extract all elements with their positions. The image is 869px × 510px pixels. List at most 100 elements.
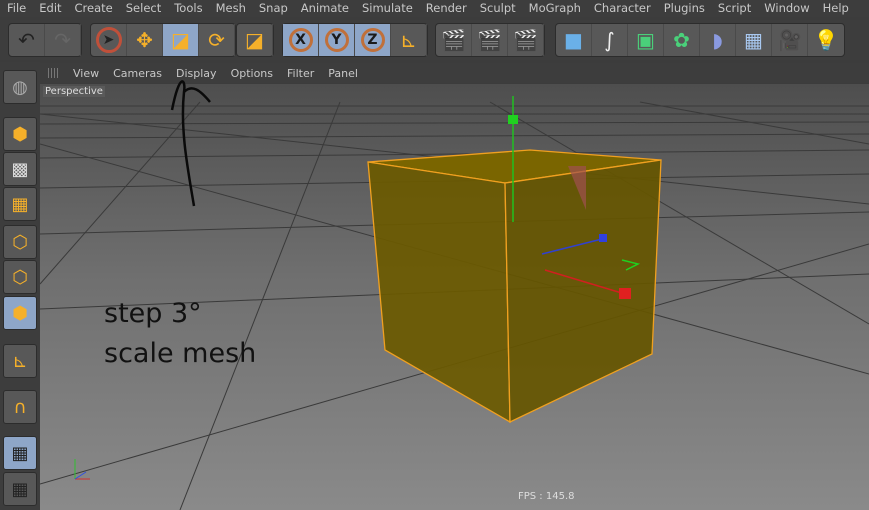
tool-group: ➤ ✥ ◪ ⟳ [90, 23, 236, 57]
clapper-gear-icon: 🎬 [513, 28, 538, 52]
move-button[interactable]: ✥ [127, 24, 163, 56]
menu-select[interactable]: Select [119, 0, 167, 17]
render-picture-viewer-button[interactable]: 🎬 [472, 24, 508, 56]
x-axis-button[interactable]: X [283, 24, 319, 56]
viewport-menu-filter[interactable]: Filter [280, 67, 321, 80]
spline-icon: ∫ [604, 28, 615, 52]
fps-readout: FPS : 145.8 [518, 491, 575, 502]
rotate-button[interactable]: ⟳ [199, 24, 235, 56]
workplane-button[interactable]: ▦ [3, 187, 37, 221]
scale-icon: ◪ [245, 28, 264, 52]
points-mode-button[interactable]: ⬡ [3, 225, 37, 259]
z-axis-button[interactable]: Z [355, 24, 391, 56]
menu-mograph[interactable]: MoGraph [522, 0, 587, 17]
axis-indicator [74, 459, 90, 480]
points-icon: ⬡ [12, 231, 28, 253]
viewport-menu-view[interactable]: View [66, 67, 106, 80]
menu-character[interactable]: Character [587, 0, 657, 17]
cube-object[interactable] [367, 149, 662, 424]
undo-button[interactable]: ↶ [9, 24, 45, 56]
checker-cube-icon: ▩ [11, 158, 29, 180]
menu-sculpt[interactable]: Sculpt [473, 0, 522, 17]
menu-help[interactable]: Help [816, 0, 855, 17]
undo-group: ↶ ↷ [8, 23, 82, 57]
axis-mode-button[interactable]: ⊾ [3, 344, 37, 378]
cloner-button[interactable]: ✿ [664, 24, 700, 56]
cube-icon: ■ [564, 28, 583, 52]
coordinate-system-button[interactable]: ⊾ [391, 24, 427, 56]
viewport-menu: View Cameras Display Options Filter Pane… [40, 63, 869, 83]
menu-render[interactable]: Render [419, 0, 473, 17]
model-mode-button[interactable]: ⬢ [3, 117, 37, 151]
viewport-menu-panel[interactable]: Panel [321, 67, 365, 80]
grip-handle[interactable] [48, 68, 60, 78]
viewport-label: Perspective [43, 86, 105, 97]
make-editable-button[interactable]: ◍ [3, 70, 37, 104]
menu-edit[interactable]: Edit [32, 0, 67, 17]
sphere-icon: ◍ [12, 76, 28, 98]
cube-button[interactable]: ■ [556, 24, 592, 56]
magnet-icon: ∩ [13, 396, 27, 418]
world-axis-icon: ⊾ [400, 28, 417, 52]
menu-tools[interactable]: Tools [167, 0, 208, 17]
toolbar: ↶ ↷ ➤ ✥ ◪ ⟳ ◪ X Y Z ⊾ 🎬 🎬 🎬 ■ ∫ ▣ ✿ ◗ ▦ … [0, 20, 869, 60]
menu-snap[interactable]: Snap [252, 0, 294, 17]
camera-icon: 🎥 [777, 28, 802, 52]
texture-mode-button[interactable]: ▩ [3, 152, 37, 186]
render-group: 🎬 🎬 🎬 [435, 23, 545, 57]
cursor-icon: ➤ [95, 27, 122, 53]
menu-create[interactable]: Create [68, 0, 119, 17]
planar-workplane-button[interactable]: ▦ [3, 472, 37, 506]
grid-lock-icon: ▦ [11, 442, 29, 464]
axis-group: X Y Z ⊾ [282, 23, 428, 57]
menu-script[interactable]: Script [711, 0, 757, 17]
polygons-icon: ⬢ [12, 302, 28, 324]
spline-button[interactable]: ∫ [592, 24, 628, 56]
object-group: ■ ∫ ▣ ✿ ◗ ▦ 🎥 💡 [555, 23, 845, 57]
workplane-lock-button[interactable]: ▦ [3, 436, 37, 470]
render-view-button[interactable]: 🎬 [436, 24, 472, 56]
floor-button[interactable]: ▦ [736, 24, 772, 56]
annotation-line-2: scale mesh [104, 338, 257, 369]
live-selection-button[interactable]: ➤ [91, 24, 127, 56]
redo-button[interactable]: ↷ [45, 24, 81, 56]
grid-plane-icon: ▦ [11, 193, 29, 215]
annotation-line-1: step 3° [104, 298, 202, 329]
cloner-icon: ✿ [673, 28, 690, 52]
edges-mode-button[interactable]: ⬡ [3, 260, 37, 294]
menu-file[interactable]: File [0, 0, 32, 17]
annotation-text: step 3° scale mesh [104, 294, 256, 374]
menu-simulate[interactable]: Simulate [355, 0, 419, 17]
scale-icon: ◪ [171, 28, 190, 52]
menu-plugins[interactable]: Plugins [657, 0, 711, 17]
rotate-icon: ⟳ [208, 28, 225, 52]
move-icon: ✥ [136, 28, 153, 52]
subdivision-button[interactable]: ▣ [628, 24, 664, 56]
light-button[interactable]: 💡 [808, 24, 844, 56]
mode-sidebar: ◍ ⬢ ▩ ▦ ⬡ ⬡ ⬢ ⊾ ∩ ▦ ▦ [0, 62, 40, 510]
deformer-button[interactable]: ◗ [700, 24, 736, 56]
snap-button[interactable]: ∩ [3, 390, 37, 424]
camera-button[interactable]: 🎥 [772, 24, 808, 56]
light-bulb-icon: 💡 [813, 28, 839, 52]
recent-tool-group: ◪ [236, 23, 274, 57]
render-settings-button[interactable]: 🎬 [508, 24, 544, 56]
viewport-menu-cameras[interactable]: Cameras [106, 67, 169, 80]
scale-button[interactable]: ◪ [163, 24, 199, 56]
menu-animate[interactable]: Animate [294, 0, 355, 17]
y-axis-button[interactable]: Y [319, 24, 355, 56]
edges-icon: ⬡ [12, 266, 28, 288]
menu-mesh[interactable]: Mesh [209, 0, 252, 17]
clapper-icon: 🎬 [441, 28, 466, 52]
clapper-icon: 🎬 [477, 28, 502, 52]
cube-icon: ⬢ [12, 123, 28, 145]
bend-icon: ◗ [712, 28, 723, 52]
viewport-menu-options[interactable]: Options [224, 67, 280, 80]
menu-bar: File Edit Create Select Tools Mesh Snap … [0, 0, 869, 17]
menu-window[interactable]: Window [757, 0, 815, 17]
axis-icon: ⊾ [12, 350, 28, 372]
floor-icon: ▦ [744, 28, 763, 52]
polygons-mode-button[interactable]: ⬢ [3, 296, 37, 330]
viewport-menu-display[interactable]: Display [169, 67, 224, 80]
recent-scale-button[interactable]: ◪ [237, 24, 273, 56]
